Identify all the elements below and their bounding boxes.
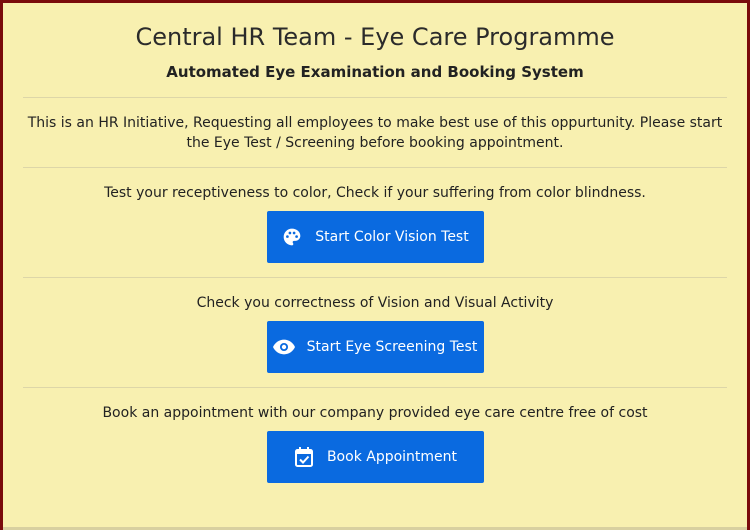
page-title: Central HR Team - Eye Care Programme (135, 23, 615, 51)
eye-icon (272, 336, 295, 358)
intro-text: This is an HR Initiative, Requesting all… (27, 115, 723, 151)
main-content: Central HR Team - Eye Care Programme Aut… (23, 3, 727, 483)
book-appointment-button[interactable]: Book Appointment (266, 431, 484, 483)
eye-screening-section: Check you correctness of Vision and Visu… (23, 278, 727, 387)
page-frame: Central HR Team - Eye Care Programme Aut… (0, 0, 750, 530)
color-vision-section: Test your receptiveness to color, Check … (23, 168, 727, 277)
start-color-vision-test-label: Start Color Vision Test (315, 229, 469, 245)
start-eye-screening-test-button[interactable]: Start Eye Screening Test (266, 321, 484, 373)
book-appointment-label: Book Appointment (326, 449, 458, 465)
palette-icon (281, 226, 303, 248)
start-eye-screening-test-label: Start Eye Screening Test (306, 339, 478, 355)
color-vision-description: Test your receptiveness to color, Check … (104, 185, 646, 201)
book-appointment-section: Book an appointment with our company pro… (23, 388, 727, 483)
start-color-vision-test-button[interactable]: Start Color Vision Test (266, 211, 484, 263)
page-subtitle: Automated Eye Examination and Booking Sy… (166, 63, 584, 81)
eye-screening-description: Check you correctness of Vision and Visu… (196, 295, 554, 311)
calendar-check-icon (293, 446, 315, 468)
book-appointment-description: Book an appointment with our company pro… (102, 405, 648, 421)
